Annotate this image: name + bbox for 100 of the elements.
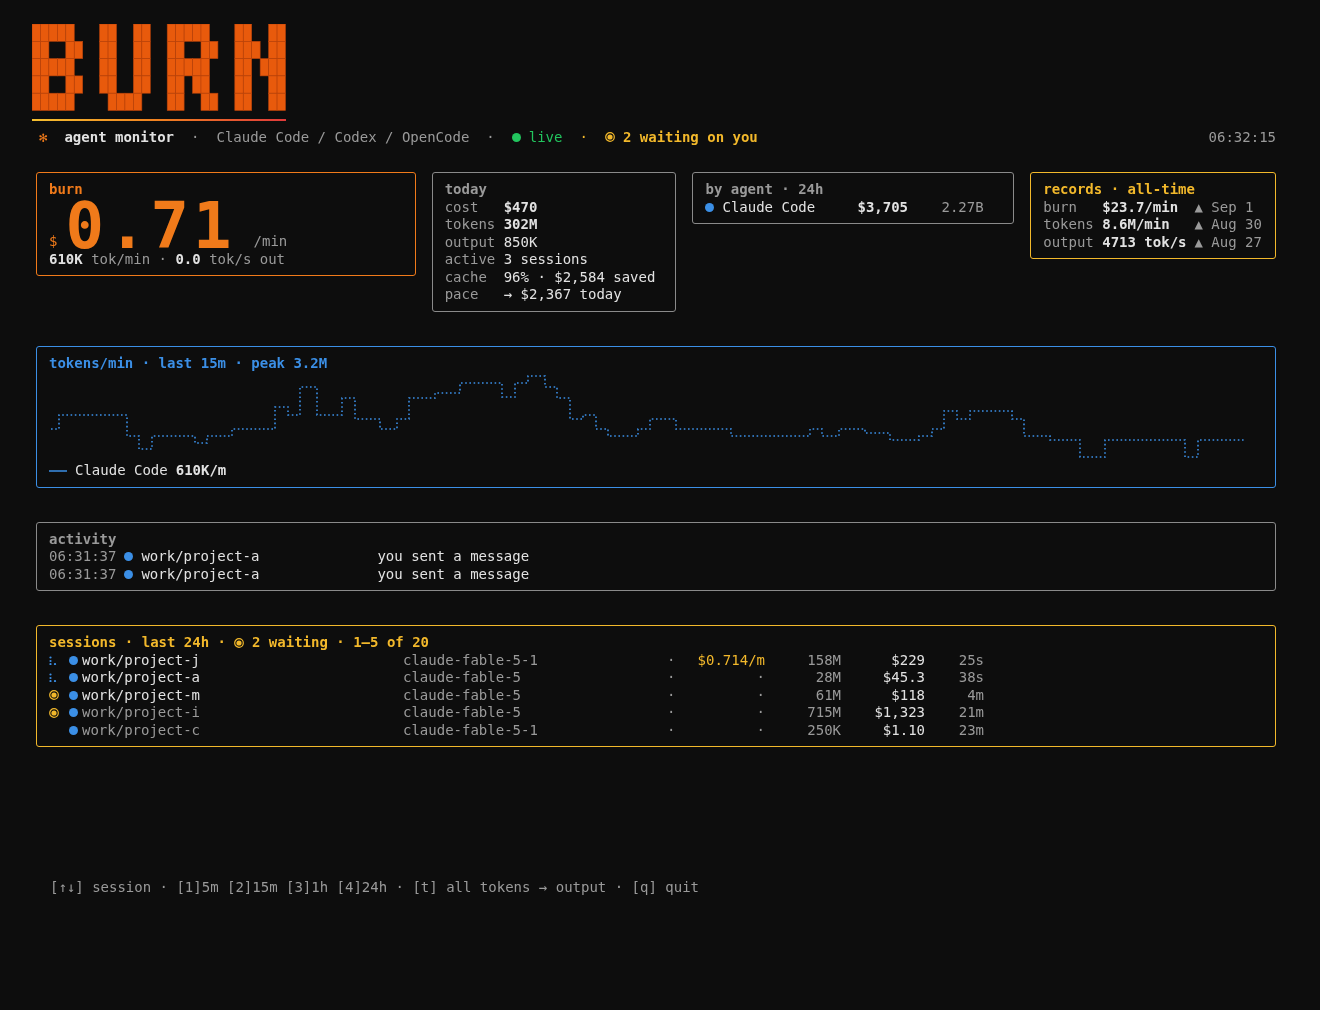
separator: ·	[667, 669, 677, 687]
record-label: burn	[1043, 198, 1078, 216]
separator: ·	[579, 129, 588, 145]
event-time: 06:31:37	[49, 548, 117, 566]
session-tokens: 158M	[806, 651, 841, 669]
session-model: claude-fable-5-1	[403, 721, 539, 739]
burn-rate: 0.71	[65, 200, 236, 251]
spinner-icon	[49, 655, 57, 665]
session-tokens: 715M	[806, 704, 841, 722]
agent-tokens: 2.27B	[941, 198, 984, 216]
session-project[interactable]: work/project-c	[82, 721, 403, 739]
session-cost: $45.3	[881, 669, 925, 687]
event-time: 06:31:37	[49, 565, 117, 583]
legend-label: Claude Code	[75, 462, 168, 480]
session-cost: $1.10	[881, 721, 925, 739]
clock: 06:32:15	[1208, 129, 1276, 145]
session-project[interactable]: work/project-m	[82, 686, 403, 704]
record-label: tokens	[1043, 216, 1095, 234]
dot-icon	[124, 569, 134, 579]
session-model: claude-fable-5	[403, 686, 522, 704]
card-title: burn	[49, 181, 84, 199]
live-status: live	[528, 129, 563, 145]
event-project: work/project-a	[141, 565, 261, 583]
status-dot-icon	[511, 132, 521, 142]
card-title: records · all-time	[1043, 181, 1196, 199]
stat-value: 96% · $2,584 saved	[503, 268, 657, 286]
session-cost: $118	[890, 686, 925, 704]
card-title: by agent · 24h	[705, 181, 825, 199]
dot-icon	[124, 552, 134, 562]
legend-line-icon	[49, 468, 67, 473]
stat-label: tokens	[444, 216, 497, 234]
currency-symbol: $	[49, 233, 58, 251]
separator: ·	[486, 129, 495, 145]
separator: ·	[667, 651, 677, 669]
stat-value: → $2,367 today	[503, 286, 623, 304]
record-label: output	[1043, 233, 1095, 251]
session-project[interactable]: work/project-i	[82, 704, 403, 722]
session-age: 38s	[957, 669, 984, 687]
session-rate: ·	[755, 669, 765, 687]
session-age: 25s	[957, 651, 984, 669]
separator: ·	[667, 686, 677, 704]
app-title: agent monitor	[64, 129, 174, 145]
session-tokens: 28M	[814, 669, 841, 687]
session-rate: ·	[755, 704, 765, 722]
stat-value: $470	[503, 198, 539, 216]
agent-name: Claude Code	[722, 198, 817, 216]
panel-title: sessions · last 24h ·	[49, 634, 226, 652]
dot-icon	[69, 708, 78, 718]
card-title: today	[444, 181, 488, 199]
waiting-status: 2 waiting on you	[622, 129, 758, 145]
event-message: you sent a message	[377, 548, 530, 566]
separator: ·	[667, 704, 677, 722]
rate-unit: /min	[253, 233, 288, 251]
panel-title: activity	[49, 530, 118, 548]
dot-icon	[69, 673, 78, 683]
stat-label: cost	[444, 198, 480, 216]
dot-icon	[705, 202, 715, 212]
stat-label: output	[444, 233, 497, 251]
session-age: 23m	[957, 721, 984, 739]
session-tokens: 250K	[806, 721, 841, 739]
record-date: ▲ Aug 27	[1193, 233, 1263, 251]
agent-cost: $3,705	[857, 198, 910, 216]
session-rate: $0.714/m	[696, 651, 765, 669]
separator: ·	[191, 129, 200, 145]
session-model: claude-fable-5	[403, 704, 522, 722]
session-project[interactable]: work/project-j	[82, 651, 403, 669]
session-cost: $1,323	[873, 704, 925, 722]
dot-icon	[69, 690, 78, 700]
stat-value: 850K	[503, 233, 539, 251]
asterisk: ✻	[39, 129, 48, 145]
session-project[interactable]: work/project-a	[82, 669, 403, 687]
session-rate: ·	[755, 721, 765, 739]
session-cost: $229	[890, 651, 925, 669]
record-value: 8.6M/min	[1102, 216, 1171, 234]
record-date: ▲ Aug 30	[1193, 216, 1263, 234]
stat-label: active	[444, 251, 497, 269]
target-icon	[234, 637, 244, 648]
session-tokens: 61M	[814, 686, 841, 704]
record-value: 4713 tok/s	[1102, 233, 1187, 251]
session-age: 21m	[957, 704, 984, 722]
agent-list: Claude Code / Codex / OpenCode	[216, 129, 470, 145]
token-rate: 610K tok/min · 0.0 tok/s out	[49, 250, 287, 268]
dot-icon	[69, 655, 78, 665]
target-icon	[49, 707, 59, 718]
stat-label: pace	[444, 286, 480, 304]
chart-title: tokens/min · last 15m · peak 3.2M	[49, 354, 329, 372]
record-date: ▲ Sep 1	[1193, 198, 1255, 216]
session-model: claude-fable-5	[403, 669, 522, 687]
target-icon	[604, 132, 615, 142]
legend-value: 610K/m	[175, 462, 227, 480]
session-age: 4m	[966, 686, 984, 704]
event-message: you sent a message	[377, 565, 530, 583]
target-icon	[49, 690, 59, 701]
key-hints: [↑↓] session · [1]5m [2]15m [3]1h [4]24h · [t] all tokens → output · [q] quit	[50, 879, 699, 895]
dot-icon	[69, 725, 78, 735]
waiting-count: 2 waiting · 1–5 of 20	[252, 634, 430, 652]
session-model: claude-fable-5-1	[403, 651, 539, 669]
stat-value: 302M	[503, 216, 539, 234]
stat-value: 3 sessions	[503, 251, 589, 269]
session-rate: ·	[755, 686, 765, 704]
